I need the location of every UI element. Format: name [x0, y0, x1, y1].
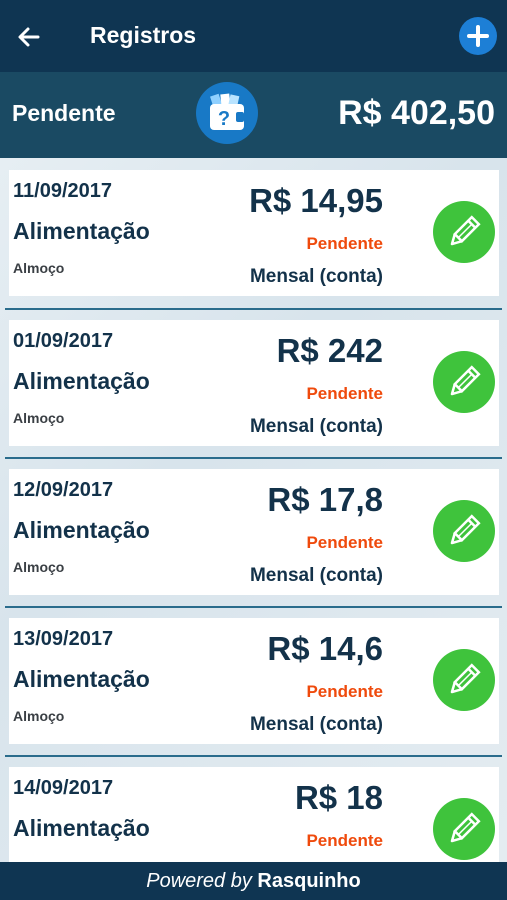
- record-date: 11/09/2017: [13, 180, 112, 202]
- record-category: Alimentação: [13, 666, 150, 692]
- edit-record-button[interactable]: [433, 649, 495, 711]
- record-date: 13/09/2017: [13, 628, 114, 650]
- svg-text:?: ?: [218, 108, 230, 130]
- record-category: Alimentação: [13, 218, 150, 244]
- edit-record-button[interactable]: [433, 500, 495, 562]
- edit-record-button[interactable]: [433, 201, 495, 263]
- edit-record-button[interactable]: [433, 798, 495, 860]
- record-category: Alimentação: [13, 368, 150, 394]
- record-card[interactable]: 12/09/2017 Alimentação Almoço R$ 17,8 Pe…: [9, 469, 499, 595]
- plus-icon: [467, 25, 489, 47]
- record-amount: R$ 14,95: [249, 182, 383, 219]
- add-record-button[interactable]: [459, 17, 497, 55]
- record-period: Mensal (conta): [249, 266, 383, 287]
- divider: [5, 755, 502, 757]
- record-card[interactable]: 13/09/2017 Alimentação Almoço R$ 14,6 Pe…: [9, 618, 499, 744]
- edit-record-button[interactable]: [433, 351, 495, 413]
- summary-label: Pendente: [12, 100, 116, 126]
- divider: [5, 606, 502, 608]
- footer-prefix: Powered by: [146, 870, 258, 892]
- record-description: Almoço: [13, 260, 65, 276]
- record-status: Pendente: [306, 831, 383, 850]
- record-period: Mensal (conta): [249, 416, 383, 437]
- pencil-icon: [450, 215, 481, 246]
- record-amount: R$ 18: [294, 779, 383, 816]
- record-amount: R$ 242: [276, 332, 383, 369]
- record-date: 14/09/2017: [13, 777, 114, 799]
- record-card[interactable]: 01/09/2017 Alimentação Almoço R$ 242 Pen…: [9, 320, 499, 446]
- record-card[interactable]: 14/09/2017 Alimentação R$ 18 Pendente: [9, 767, 499, 862]
- record-description: Almoço: [13, 410, 65, 426]
- pending-summary: Pendente ? R$ 402,50: [0, 72, 507, 159]
- record-status: Pendente: [306, 234, 383, 253]
- pencil-icon: [450, 365, 481, 396]
- divider: [5, 457, 502, 459]
- footer-brand: Rasquinho: [257, 870, 361, 892]
- record-description: Almoço: [13, 708, 65, 724]
- records-list[interactable]: 11/09/2017 Alimentação Almoço R$ 14,95 P…: [0, 158, 507, 862]
- record-card[interactable]: 11/09/2017 Alimentação Almoço R$ 14,95 P…: [9, 170, 499, 296]
- record-amount: R$ 17,8: [267, 481, 383, 518]
- record-description: Almoço: [13, 559, 65, 575]
- record-date: 12/09/2017: [13, 479, 114, 501]
- record-period: Mensal (conta): [249, 714, 383, 735]
- pencil-icon: [450, 812, 481, 843]
- powered-by-footer: Powered by Rasquinho: [0, 862, 507, 900]
- divider: [5, 308, 502, 310]
- top-app-bar: Registros: [0, 0, 507, 72]
- record-amount: R$ 14,6: [267, 630, 383, 667]
- arrow-left-icon[interactable]: [14, 22, 44, 52]
- record-date: 01/09/2017: [13, 330, 114, 352]
- record-category: Alimentação: [13, 517, 150, 543]
- pencil-icon: [450, 514, 481, 545]
- pencil-icon: [450, 663, 481, 694]
- page-title: Registros: [90, 22, 197, 48]
- record-period: Mensal (conta): [249, 565, 383, 586]
- record-status: Pendente: [306, 682, 383, 701]
- summary-total: R$ 402,50: [338, 94, 495, 132]
- record-status: Pendente: [306, 384, 383, 403]
- record-status: Pendente: [306, 533, 383, 552]
- record-category: Alimentação: [13, 815, 150, 841]
- wallet-question-icon: ?: [196, 82, 258, 144]
